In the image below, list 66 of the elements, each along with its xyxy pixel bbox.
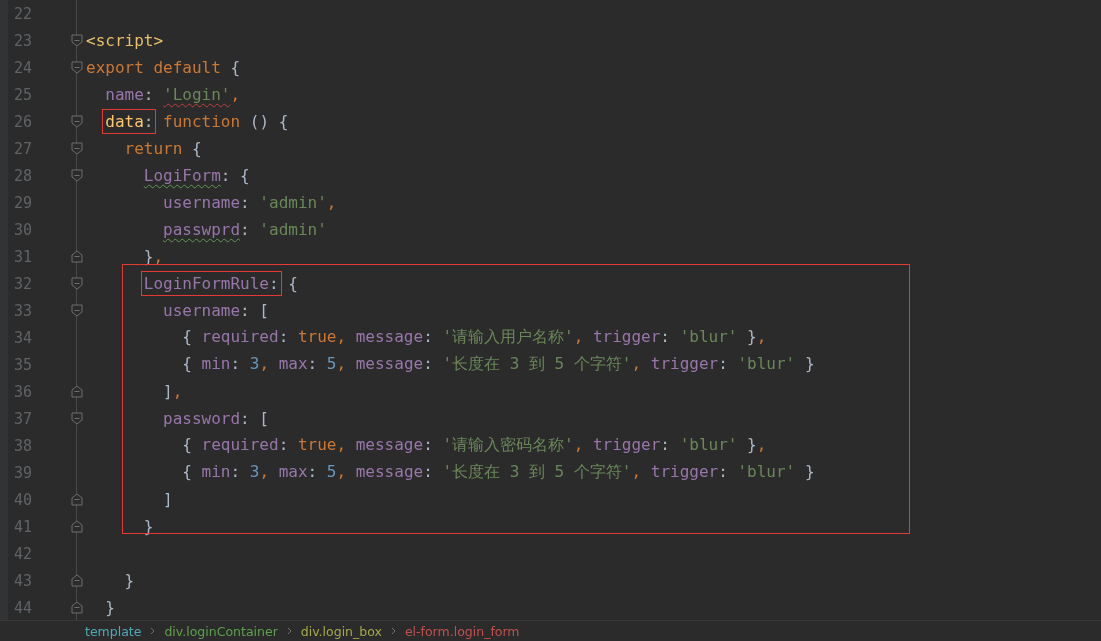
- code-line: <script>: [86, 31, 164, 50]
- code-line: { min: 3, max: 5, message: '长度在 3 到 5 个字符', trigger: 'blur' }: [182, 354, 815, 375]
- code-line: LogiForm: {: [143, 166, 250, 185]
- fold-icon[interactable]: [71, 304, 83, 317]
- code-line: ]: [163, 490, 173, 509]
- line-number: 44: [13, 598, 34, 617]
- line-number: 37: [13, 409, 34, 428]
- code-line: return {: [124, 139, 202, 158]
- line-number: 34: [13, 328, 34, 347]
- fold-icon[interactable]: [71, 61, 83, 74]
- code-line: }: [143, 517, 154, 536]
- highlight-frame: data:: [105, 112, 154, 131]
- fold-icon[interactable]: [71, 169, 83, 182]
- code-line: passwprd: 'admin': [163, 220, 327, 239]
- line-number: 39: [13, 463, 34, 482]
- code-line: data: function () {: [105, 112, 289, 131]
- code-line: password: [: [163, 409, 269, 428]
- breadcrumb-item[interactable]: div.loginContainer: [164, 623, 278, 639]
- fold-icon[interactable]: [71, 520, 83, 533]
- line-number: 24: [13, 58, 34, 77]
- line-number: 23: [13, 31, 34, 50]
- code-line: username: [: [163, 301, 269, 320]
- code-line: }: [105, 598, 115, 617]
- code-line: ],: [163, 382, 183, 401]
- code-line: }: [124, 571, 135, 590]
- code-line: { min: 3, max: 5, message: '长度在 3 到 5 个字符', trigger: 'blur' }: [182, 462, 815, 483]
- code-line: export default {: [86, 58, 241, 77]
- code-line: LoginFormRule: {: [143, 274, 298, 293]
- code-line: username: 'admin',: [163, 193, 337, 212]
- line-number: 43: [13, 571, 34, 590]
- code-line: { required: true, message: '请输入用户名称', trigger: 'blur' },: [182, 327, 767, 348]
- highlight-frame: LoginFormRule:: [143, 274, 279, 293]
- line-number: 30: [13, 220, 34, 239]
- chevron-right-icon: [390, 627, 396, 635]
- breadcrumb-item[interactable]: template: [85, 623, 142, 639]
- breadcrumb-item[interactable]: div.login_box: [300, 623, 382, 639]
- line-number: 22: [13, 4, 34, 23]
- fold-icon[interactable]: [71, 115, 83, 128]
- line-number: 42: [13, 544, 34, 563]
- chevron-right-icon: [150, 627, 156, 635]
- line-number: 33: [13, 301, 34, 320]
- fold-icon[interactable]: [71, 34, 83, 47]
- line-number: 29: [13, 193, 34, 212]
- chevron-right-icon: [286, 627, 292, 635]
- line-number: 41: [13, 517, 34, 536]
- fold-icon[interactable]: [71, 601, 83, 614]
- fold-icon[interactable]: [71, 385, 83, 398]
- code-line: name: 'Login',: [105, 85, 241, 104]
- line-number: 28: [13, 166, 34, 185]
- line-number: 36: [13, 382, 34, 401]
- fold-icon[interactable]: [71, 493, 83, 506]
- line-number: 38: [13, 436, 34, 455]
- line-number: 31: [13, 247, 34, 266]
- fold-icon[interactable]: [71, 412, 83, 425]
- fold-icon[interactable]: [71, 277, 83, 290]
- line-number: 27: [13, 139, 34, 158]
- fold-icon[interactable]: [71, 574, 83, 587]
- line-number: 32: [13, 274, 34, 293]
- fold-icon[interactable]: [71, 250, 83, 263]
- line-number: 35: [13, 355, 34, 374]
- fold-icon[interactable]: [71, 142, 83, 155]
- code-line: { required: true, message: '请输入密码名称', trigger: 'blur' },: [182, 435, 767, 456]
- line-number: 40: [13, 490, 34, 509]
- breadcrumb-item[interactable]: el-form.login_form: [404, 623, 520, 639]
- line-number: 26: [13, 112, 34, 131]
- line-number: 25: [13, 85, 34, 104]
